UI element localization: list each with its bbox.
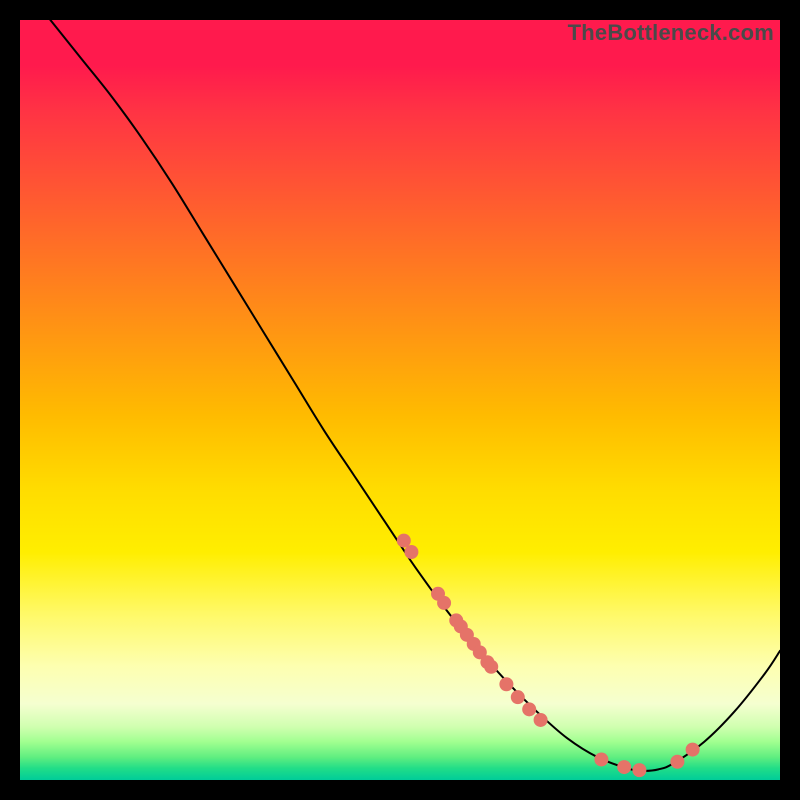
watermark-text: TheBottleneck.com: [568, 20, 774, 46]
data-point: [404, 545, 418, 559]
curve-layer: [20, 20, 780, 780]
data-point: [617, 760, 631, 774]
data-point: [397, 534, 411, 548]
data-point: [686, 743, 700, 757]
data-point: [511, 690, 525, 704]
data-point: [499, 677, 513, 691]
curve-path: [20, 0, 780, 771]
data-point: [484, 660, 498, 674]
plot-area: TheBottleneck.com: [20, 20, 780, 780]
data-point: [534, 713, 548, 727]
data-point: [437, 596, 451, 610]
data-point: [632, 763, 646, 777]
data-point: [522, 702, 536, 716]
data-point: [594, 752, 608, 766]
chart-container: TheBottleneck.com: [0, 0, 800, 800]
data-point: [670, 755, 684, 769]
